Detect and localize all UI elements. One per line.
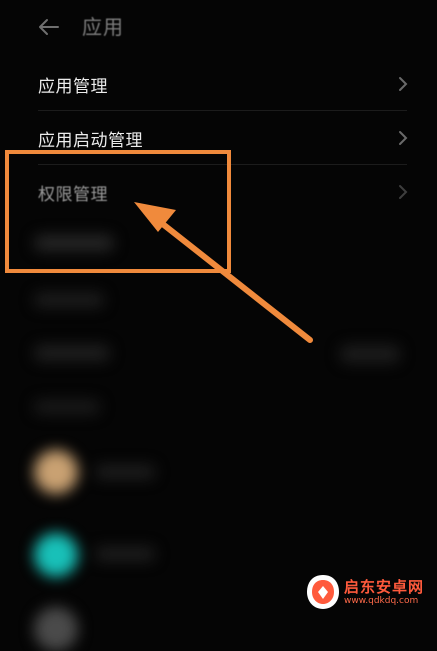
top-app-bar: 应用	[0, 0, 437, 56]
blurred-text	[34, 293, 104, 307]
menu-item-label: 应用启动管理	[38, 131, 143, 151]
blurred-app-icon	[34, 533, 78, 577]
blurred-text	[95, 465, 155, 479]
chevron-right-icon	[399, 77, 408, 91]
watermark-logo: 启东安卓网 www.qdkdq.com	[302, 572, 434, 614]
chevron-right-icon	[399, 185, 408, 199]
blurred-app-icon	[34, 607, 78, 651]
page-title: 应用	[82, 15, 124, 39]
watermark-brand-text: 启东安卓网	[344, 578, 425, 596]
watermark-url: www.qdkdq.com	[344, 596, 419, 606]
divider	[38, 110, 407, 111]
brand-logo-icon	[307, 575, 339, 609]
menu-item-app-management[interactable]: 应用管理	[0, 58, 437, 110]
menu-item-label: 应用管理	[38, 77, 108, 97]
blurred-app-icon	[34, 450, 78, 494]
blurred-text	[34, 345, 110, 361]
blurred-app-list	[0, 215, 437, 651]
blurred-text	[34, 400, 100, 414]
blurred-text	[95, 547, 155, 561]
annotation-highlight-box	[5, 150, 231, 273]
chevron-right-icon	[399, 131, 408, 145]
arrow-left-icon[interactable]	[34, 12, 64, 42]
blurred-text	[340, 345, 400, 363]
